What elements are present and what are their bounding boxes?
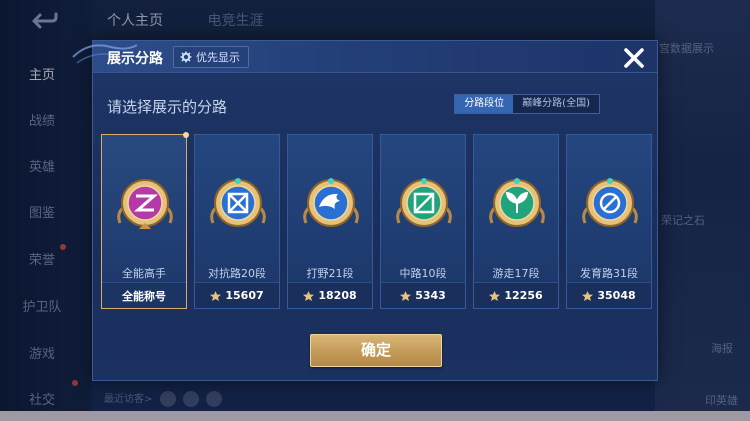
- rank-star-icon: [582, 290, 594, 301]
- lane-mode-toggle: 分路段位 巅峰分路(全国): [454, 94, 600, 114]
- lane-card-mid[interactable]: 中路10段 5343: [380, 134, 466, 309]
- lane-label: 游走17段: [492, 267, 540, 280]
- tab-lane-rank[interactable]: 分路段位: [455, 95, 514, 113]
- dialog-header: 展示分路 优先显示: [72, 41, 657, 73]
- mid-lane-emblem-icon: [396, 178, 452, 227]
- lane-footer: 35048: [567, 282, 651, 308]
- lane-card-jungle[interactable]: 打野21段 18208: [287, 134, 373, 309]
- lane-footer: 12256: [474, 282, 558, 308]
- clash-lane-emblem-icon: [210, 178, 266, 227]
- lane-label: 打野21段: [306, 267, 354, 280]
- lane-footer: 18208: [288, 282, 372, 308]
- gear-icon: [180, 51, 192, 63]
- lane-footer: 5343: [381, 282, 465, 308]
- confirm-button[interactable]: 确定: [310, 334, 442, 367]
- rank-star-icon: [400, 290, 412, 301]
- rank-star-icon: [303, 290, 315, 301]
- lane-label: 中路10段: [399, 267, 447, 280]
- close-icon: [624, 48, 644, 68]
- jungle-emblem-icon: [303, 178, 359, 227]
- corner-sparkle: [183, 132, 189, 138]
- lane-display-dialog: 展示分路 优先显示 请选择展示的分路 分路段位 巅峰分路(全国) 全能高手 全能…: [72, 40, 658, 381]
- lane-label: 发育路31段: [580, 267, 638, 280]
- lane-footer: 15607: [195, 282, 279, 308]
- allround-emblem-icon: [117, 179, 173, 229]
- lane-card-clash[interactable]: 对抗路20段 15607: [194, 134, 280, 309]
- farm-lane-emblem-icon: [582, 178, 638, 227]
- rank-star-icon: [489, 290, 501, 301]
- lane-footer: 全能称号: [102, 282, 186, 308]
- close-button[interactable]: [621, 45, 647, 71]
- tab-peak-lane[interactable]: 巅峰分路(全国): [513, 95, 599, 113]
- dialog-subtitle: 请选择展示的分路: [107, 98, 228, 116]
- lane-card-allround[interactable]: 全能高手 全能称号: [101, 132, 189, 309]
- lane-label: 对抗路20段: [208, 267, 266, 280]
- priority-display-button[interactable]: 优先显示: [173, 46, 249, 68]
- lane-title-text: 全能称号: [122, 289, 166, 303]
- lane-score: 18208: [318, 289, 357, 302]
- lane-card-roam[interactable]: 游走17段 12256: [473, 134, 559, 309]
- priority-display-label: 优先显示: [196, 51, 240, 64]
- lane-score: 15607: [225, 289, 264, 302]
- lane-label: 全能高手: [122, 267, 166, 280]
- dialog-title: 展示分路: [107, 51, 163, 67]
- lane-score: 35048: [597, 289, 636, 302]
- lane-score: 5343: [415, 289, 446, 302]
- rank-star-icon: [210, 290, 222, 301]
- roam-emblem-icon: [489, 178, 545, 227]
- lane-card-farm[interactable]: 发育路31段 35048: [566, 134, 652, 309]
- lane-score: 12256: [504, 289, 543, 302]
